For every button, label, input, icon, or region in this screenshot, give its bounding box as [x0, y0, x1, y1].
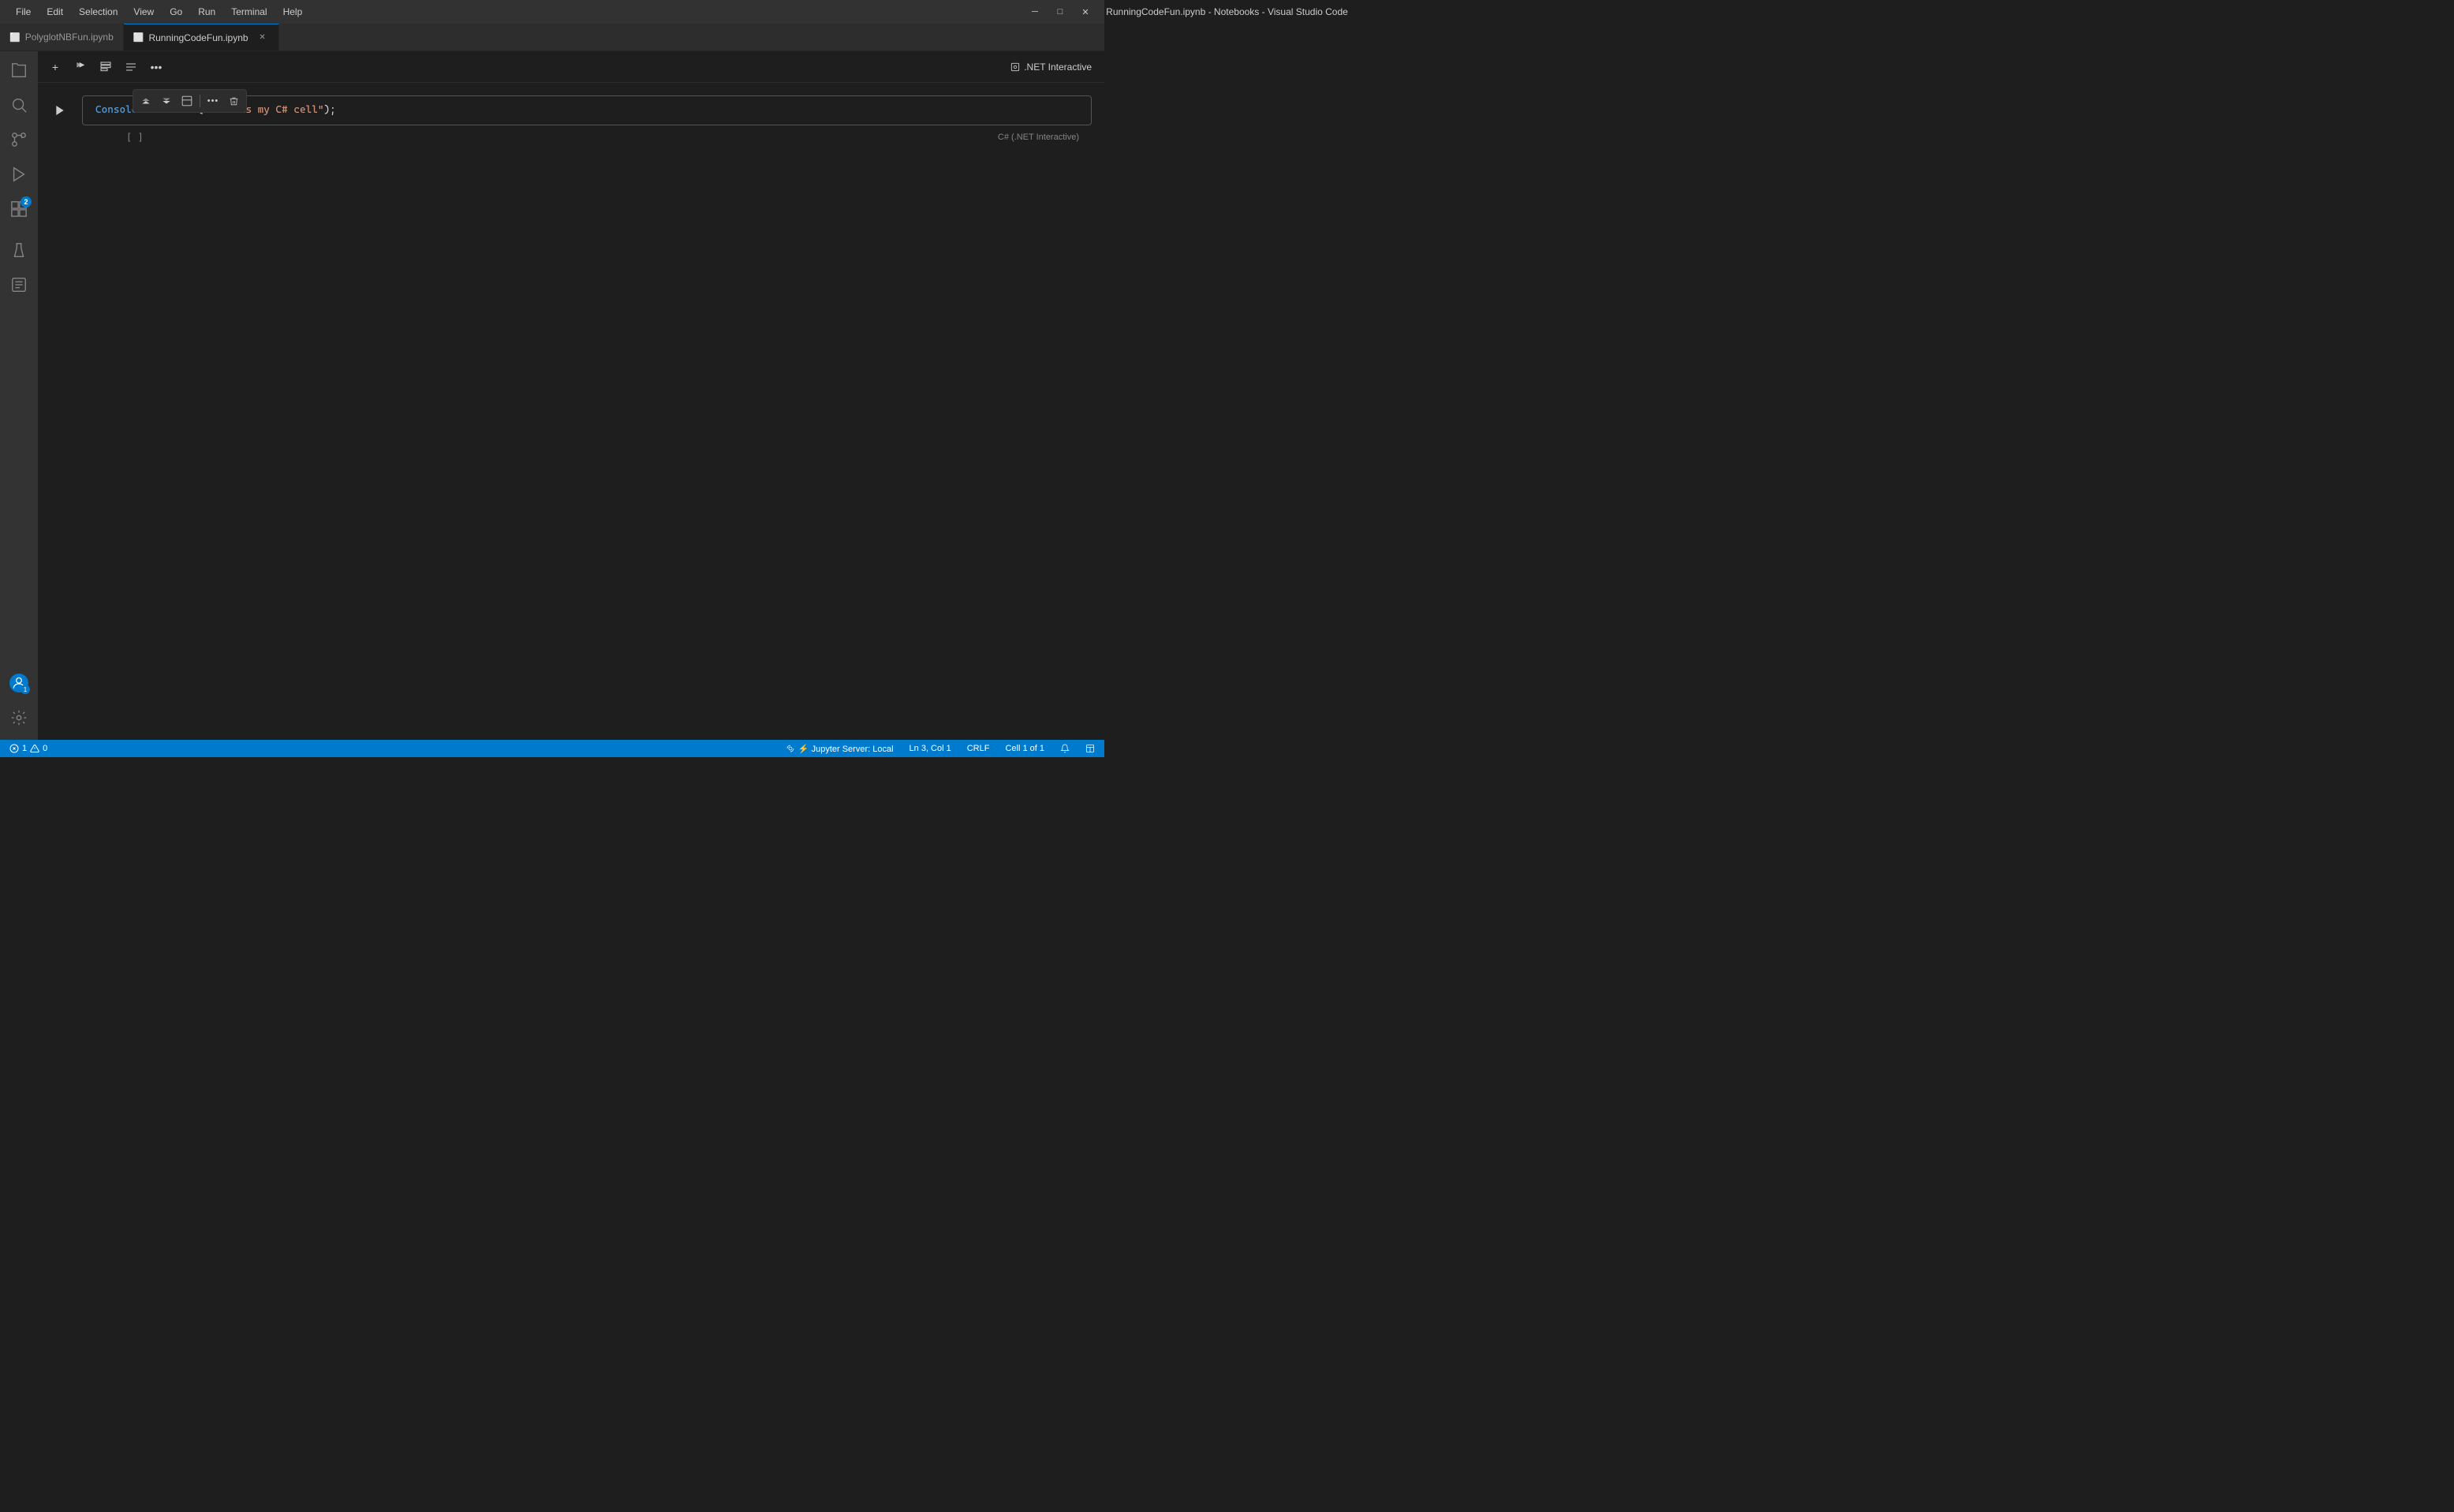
position-label: Ln 3, Col 1: [910, 744, 951, 753]
activity-accounts[interactable]: 1: [3, 667, 35, 699]
cell-run-button[interactable]: [50, 101, 69, 120]
activity-settings[interactable]: [3, 702, 35, 734]
notebook-editor: +: [38, 51, 1104, 740]
menu-view[interactable]: View: [127, 5, 160, 19]
run-below-btn[interactable]: [157, 91, 176, 110]
cell-type-icon: [181, 95, 192, 106]
add-icon: +: [52, 61, 58, 73]
jupyter-server-label: ⚡ Jupyter Server: Local: [798, 744, 894, 754]
jupyter-icon: [786, 744, 795, 753]
menu-file[interactable]: File: [9, 5, 37, 19]
activity-explorer[interactable]: [3, 54, 35, 86]
app-container: ⬜ PolyglotNBFun.ipynb ⬜ RunningCodeFun.i…: [0, 24, 1104, 757]
cell-output-brackets: [ ]: [126, 132, 144, 143]
menu-go[interactable]: Go: [163, 5, 189, 19]
layout-icon: [1085, 744, 1095, 753]
menu-bar: File Edit Selection View Go Run Terminal…: [9, 5, 308, 19]
more-cell-btn[interactable]: •••: [204, 91, 222, 110]
window-title: RunningCodeFun.ipynb - Notebooks - Visua…: [1106, 6, 1348, 17]
kernel-icon: [1010, 62, 1021, 73]
activity-notebooks[interactable]: [3, 269, 35, 301]
more-cell-icon: •••: [207, 96, 219, 106]
activity-source-control[interactable]: [3, 124, 35, 155]
tab-polyglot[interactable]: ⬜ PolyglotNBFun.ipynb: [0, 24, 124, 50]
clear-outputs-button[interactable]: [95, 56, 117, 78]
tab-running[interactable]: ⬜ RunningCodeFun.ipynb ✕: [124, 24, 279, 50]
jupyter-server-status[interactable]: ⚡ Jupyter Server: Local: [783, 740, 897, 757]
window-controls: ─ □ ✕: [1025, 2, 1095, 21]
activity-testing[interactable]: [3, 234, 35, 266]
outline-icon: [125, 61, 137, 73]
minimize-button[interactable]: ─: [1025, 2, 1044, 21]
menu-help[interactable]: Help: [277, 5, 309, 19]
eol-label: CRLF: [967, 744, 990, 753]
menu-run[interactable]: Run: [192, 5, 222, 19]
tab-polyglot-label: PolyglotNBFun.ipynb: [25, 32, 114, 43]
add-cell-button[interactable]: +: [44, 56, 66, 78]
close-button[interactable]: ✕: [1076, 2, 1095, 21]
activity-search[interactable]: [3, 89, 35, 121]
delete-icon: [229, 96, 239, 106]
maximize-button[interactable]: □: [1051, 2, 1070, 21]
cell-toolbar: •••: [133, 89, 247, 113]
code-close: );: [323, 104, 335, 116]
cell-output-row: [ ] C# (.NET Interactive): [82, 129, 1092, 146]
accounts-badge: 1: [21, 685, 30, 694]
more-actions-button[interactable]: •••: [145, 56, 167, 78]
titlebar: File Edit Selection View Go Run Terminal…: [0, 0, 1104, 24]
warning-icon: [30, 744, 39, 753]
tab-running-icon: ⬜: [133, 32, 144, 43]
clear-icon: [99, 61, 112, 73]
activity-bottom: 1: [3, 667, 35, 740]
notebook-toolbar: +: [38, 51, 1104, 83]
code-keyword: Console: [95, 104, 137, 116]
activity-extensions[interactable]: 2: [3, 193, 35, 225]
tab-running-close[interactable]: ✕: [256, 32, 269, 44]
run-above-btn[interactable]: [136, 91, 155, 110]
cursor-position[interactable]: Ln 3, Col 1: [906, 740, 954, 757]
status-bar: 1 0 ⚡ Jupyter Server: Local Ln 3, Co: [0, 740, 1104, 757]
content-area: 2: [0, 51, 1104, 740]
net-interactive-label: .NET Interactive: [1024, 62, 1092, 73]
cell-info[interactable]: Cell 1 of 1: [1002, 740, 1048, 757]
outline-button[interactable]: [120, 56, 142, 78]
error-count[interactable]: 1 0: [6, 740, 50, 757]
menu-terminal[interactable]: Terminal: [225, 5, 273, 19]
layout-button[interactable]: [1082, 740, 1098, 757]
eol-type[interactable]: CRLF: [964, 740, 993, 757]
menu-edit[interactable]: Edit: [40, 5, 69, 19]
delete-cell-btn[interactable]: [224, 91, 243, 110]
warning-number: 0: [43, 744, 47, 753]
error-icon: [9, 744, 19, 753]
activity-bar: 2: [0, 51, 38, 740]
tab-running-label: RunningCodeFun.ipynb: [148, 32, 248, 43]
activity-run-debug[interactable]: [3, 159, 35, 190]
run-below-icon: [161, 95, 172, 106]
error-number: 1: [22, 744, 27, 753]
cell-language-label: C# (.NET Interactive): [998, 133, 1079, 142]
notifications-button[interactable]: [1057, 740, 1073, 757]
menu-selection[interactable]: Selection: [73, 5, 124, 19]
statusbar-left: 1 0: [6, 740, 50, 757]
statusbar-right: ⚡ Jupyter Server: Local Ln 3, Col 1 CRLF…: [783, 740, 1098, 757]
run-all-icon: [74, 61, 87, 73]
toolbar-right: .NET Interactive: [1003, 60, 1098, 74]
bell-icon: [1060, 744, 1070, 753]
run-icon: [54, 104, 66, 117]
cell-type-btn[interactable]: [177, 91, 196, 110]
run-all-button[interactable]: [69, 56, 92, 78]
tab-bar: ⬜ PolyglotNBFun.ipynb ⬜ RunningCodeFun.i…: [0, 24, 1104, 51]
notebook-content[interactable]: •••: [38, 83, 1104, 740]
more-icon: •••: [151, 61, 162, 73]
extensions-badge: 2: [21, 196, 32, 207]
cell-info-label: Cell 1 of 1: [1005, 744, 1044, 753]
tab-polyglot-icon: ⬜: [9, 32, 21, 43]
net-interactive-selector[interactable]: .NET Interactive: [1003, 60, 1098, 74]
run-above-icon: [140, 95, 151, 106]
